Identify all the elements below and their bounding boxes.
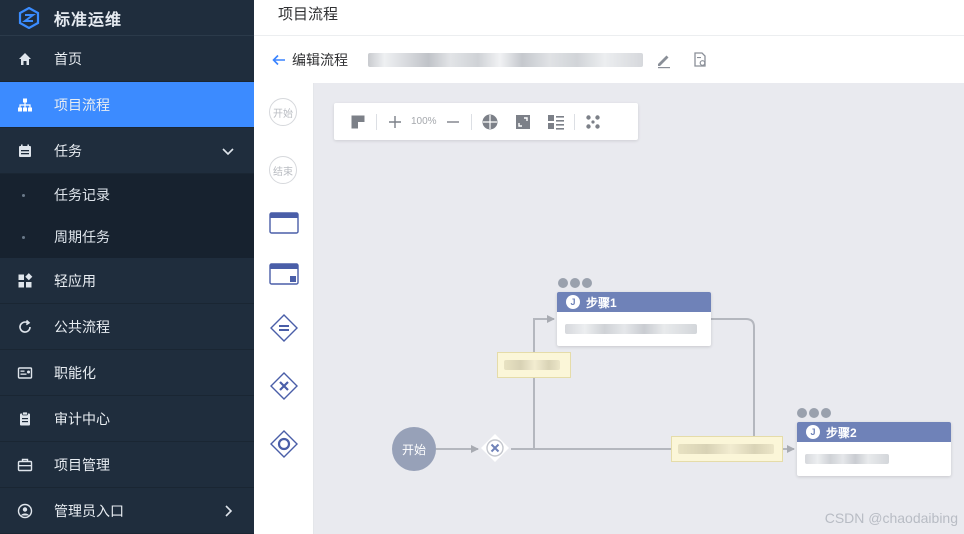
exclusive-gateway-icon[interactable]: [269, 371, 299, 401]
back-link[interactable]: 编辑流程: [292, 50, 348, 70]
flow-name-blurred: [368, 52, 643, 67]
brand-name: 标准运维: [54, 11, 123, 29]
sidebar-item-functional[interactable]: 职能化: [0, 350, 254, 396]
flow-settings-icon[interactable]: [691, 51, 709, 69]
flow-canvas[interactable]: 100% 开始 J 步骤1 J 步骤2: [314, 83, 964, 534]
sidebar: 标准运维 首页 项目流程 任务 任务记录 周期任务 轻应用 公共流程 职能化 审…: [0, 0, 254, 534]
palette-start-label: 开始: [273, 108, 293, 120]
condition-text-blurred: [678, 444, 774, 454]
exclusive-gateway-node[interactable]: [480, 433, 510, 463]
step-node-header: J 步骤1: [557, 292, 711, 312]
sidebar-item-label: 职能化: [54, 364, 96, 381]
back-arrow-icon[interactable]: [272, 53, 286, 67]
job-badge-icon: J: [806, 425, 820, 439]
sidebar-item-label: 任务: [54, 142, 82, 159]
edge-condition-label[interactable]: [671, 436, 783, 462]
briefcase-icon: [16, 456, 34, 474]
refresh-icon: [16, 318, 34, 336]
step-description-blurred: [565, 323, 697, 334]
chevron-down-icon[interactable]: [220, 143, 236, 159]
editor-header: 编辑流程: [254, 36, 964, 83]
sidebar-item-label: 管理员入口: [54, 502, 124, 519]
sidebar-item-label: 项目流程: [54, 96, 110, 113]
sidebar-item-public-flow[interactable]: 公共流程: [0, 304, 254, 350]
sidebar-item-label: 轻应用: [54, 272, 96, 289]
calendar-icon: [16, 142, 34, 160]
apps-icon: [16, 272, 34, 290]
logo-icon: [18, 6, 40, 29]
copy-icon[interactable]: [809, 408, 819, 418]
bullet-icon: [22, 194, 25, 197]
sidebar-item-label: 首页: [54, 50, 82, 67]
converge-gateway-icon[interactable]: [269, 429, 299, 459]
sidebar-item-home[interactable]: 首页: [0, 36, 254, 82]
step-node-1[interactable]: J 步骤1: [557, 292, 711, 346]
watermark: CSDN @chaodaibing: [824, 510, 958, 526]
home-icon: [16, 50, 34, 68]
condition-text-blurred: [504, 360, 560, 370]
chevron-right-icon[interactable]: [220, 503, 236, 519]
sidebar-item-project-flow[interactable]: 项目流程: [0, 82, 254, 128]
sidebar-subitem-task-records[interactable]: 任务记录: [0, 174, 254, 216]
sidebar-item-light-apps[interactable]: 轻应用: [0, 258, 254, 304]
brand[interactable]: 标准运维: [0, 0, 254, 36]
copy-icon[interactable]: [570, 278, 580, 288]
sidebar-item-audit[interactable]: 审计中心: [0, 396, 254, 442]
step-description-blurred: [805, 453, 889, 464]
step1-node-actions: [558, 278, 592, 288]
sidebar-item-label: 项目管理: [54, 456, 110, 473]
step-node-body: [557, 312, 711, 345]
edit-pencil-icon[interactable]: [655, 51, 673, 69]
top-header: 项目流程: [254, 0, 964, 36]
step-node-title: 步骤2: [826, 425, 857, 440]
job-badge-icon: J: [566, 295, 580, 309]
sidebar-subitem-label: 任务记录: [54, 187, 110, 203]
palette-end-label: 结束: [273, 166, 293, 178]
step-node-header: J 步骤2: [797, 422, 951, 442]
sitemap-icon: [16, 96, 34, 114]
edge-gateway-to-step1: [533, 315, 555, 449]
start-node-label: 开始: [401, 442, 426, 457]
page-title: 项目流程: [278, 6, 339, 23]
clipboard-icon: [16, 410, 34, 428]
sidebar-item-label: 审计中心: [54, 410, 110, 427]
step-node-body: [797, 442, 951, 475]
subprocess-node-icon[interactable]: [269, 263, 299, 285]
check-icon[interactable]: [797, 408, 807, 418]
check-icon[interactable]: [558, 278, 568, 288]
user-circle-icon: [16, 502, 34, 520]
parallel-gateway-icon[interactable]: [269, 313, 299, 343]
id-card-icon: [16, 364, 34, 382]
sidebar-item-project-management[interactable]: 项目管理: [0, 442, 254, 488]
delete-icon[interactable]: [582, 278, 592, 288]
step2-node-actions: [797, 408, 831, 418]
step-node-title: 步骤1: [586, 295, 617, 310]
tasks-submenu: 任务记录 周期任务: [0, 174, 254, 258]
sidebar-item-admin[interactable]: 管理员入口: [0, 488, 254, 534]
node-palette: 开始 结束: [254, 83, 314, 534]
sidebar-subitem-periodic-tasks[interactable]: 周期任务: [0, 216, 254, 258]
palette-end-node[interactable]: 结束: [269, 156, 297, 184]
edge-condition-label[interactable]: [497, 352, 571, 378]
delete-icon[interactable]: [821, 408, 831, 418]
edge-step1-to-merge: [710, 318, 755, 449]
step-node-2[interactable]: J 步骤2: [797, 422, 951, 476]
palette-start-node[interactable]: 开始: [269, 98, 297, 126]
sidebar-item-tasks[interactable]: 任务: [0, 128, 254, 174]
sidebar-item-label: 公共流程: [54, 318, 110, 335]
start-node[interactable]: 开始: [392, 427, 436, 471]
sidebar-subitem-label: 周期任务: [54, 229, 110, 245]
bullet-icon: [22, 236, 25, 239]
task-node-icon[interactable]: [269, 212, 299, 234]
